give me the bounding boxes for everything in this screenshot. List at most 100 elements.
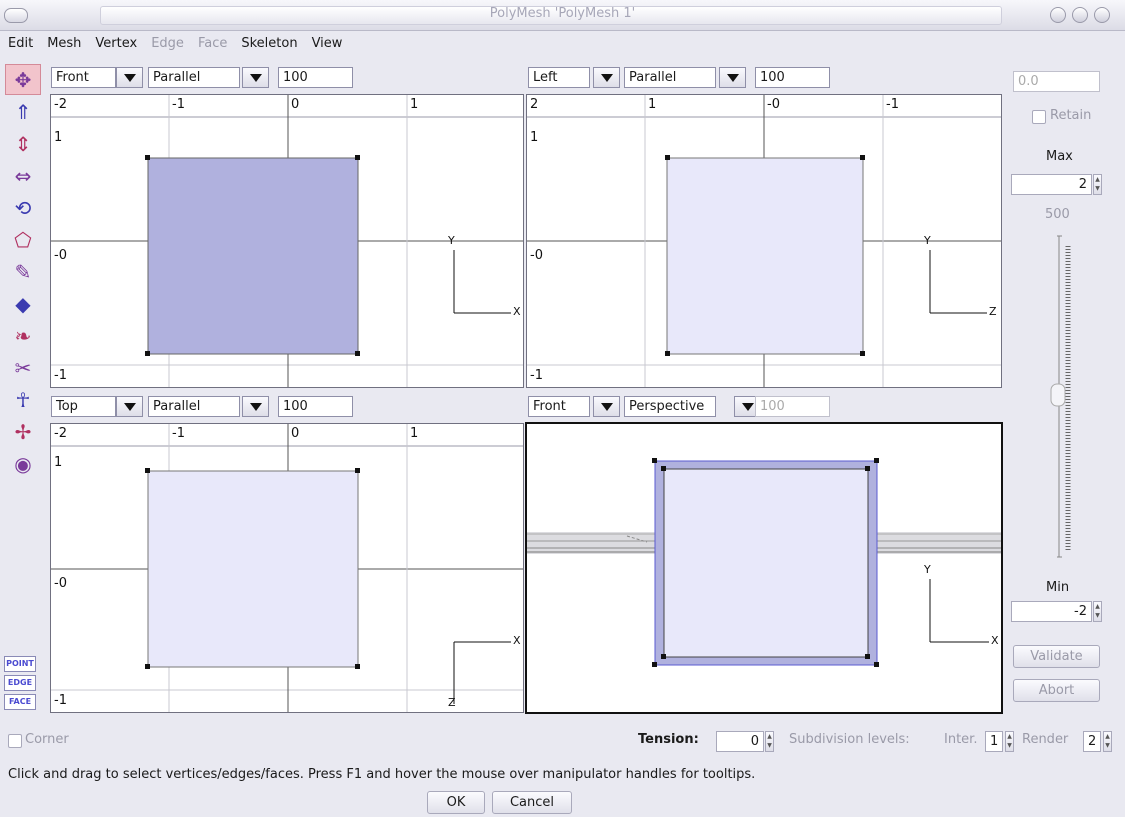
smooth-brush-icon: ❧	[14, 323, 32, 348]
smooth-brush-button[interactable]: ❧	[5, 320, 41, 351]
rotate-tool-button[interactable]: ⟲	[5, 192, 41, 223]
corner-label: Corner	[25, 732, 69, 747]
view-select-top[interactable]: Top	[51, 396, 116, 417]
scale-horizontal-tool-icon: ⇔	[14, 163, 32, 188]
y-tick: 1	[54, 455, 63, 470]
viewport-front[interactable]: -2 -1 0 1 1 -0 -1 Y X	[50, 94, 524, 388]
move-view-button[interactable]: ✢	[5, 416, 41, 447]
render-spinner-arrows[interactable]: ▲ ▼	[1103, 731, 1112, 752]
move-view-icon: ✢	[14, 419, 32, 444]
knife-tool-button[interactable]: ✂	[5, 352, 41, 383]
menu-skeleton[interactable]: Skeleton	[241, 34, 297, 53]
skeleton-tool-button[interactable]: ☥	[5, 384, 41, 415]
close-button[interactable]	[1094, 7, 1110, 23]
x-tick: -2	[54, 426, 67, 441]
retain-label: Retain	[1050, 108, 1092, 123]
maximize-button[interactable]	[1072, 7, 1088, 23]
max-spinner-arrows[interactable]: ▲ ▼	[1093, 174, 1102, 195]
projection-dropdown-arrow[interactable]	[242, 396, 269, 417]
inter-spinner-arrows[interactable]: ▲ ▼	[1005, 731, 1014, 752]
projection-dropdown-arrow[interactable]	[242, 67, 269, 88]
view-select-front-perspective[interactable]: Front	[528, 396, 590, 417]
point-mode-button[interactable]: POINT	[4, 656, 36, 672]
menu-vertex[interactable]: Vertex	[95, 34, 137, 53]
retain-checkbox[interactable]	[1032, 110, 1046, 124]
max-spinner[interactable]: 2	[1011, 174, 1092, 195]
viewport-perspective[interactable]: Y X	[525, 422, 1003, 714]
view-dropdown-arrow[interactable]	[593, 396, 620, 417]
menu-view[interactable]: View	[312, 34, 343, 53]
menu-face[interactable]: Face	[198, 34, 227, 53]
axis-label-y: Y	[448, 234, 455, 247]
scale-tool-icon: ⇑	[14, 99, 32, 124]
x-tick: 0	[291, 97, 300, 112]
corner-checkbox[interactable]	[8, 734, 22, 748]
tension-spinner[interactable]: 0	[716, 731, 764, 752]
skew-tool-button[interactable]: ⬠	[5, 224, 41, 255]
scale-vertical-tool-icon: ⇕	[14, 131, 32, 156]
render-label: Render	[1022, 732, 1069, 747]
y-tick: -0	[54, 576, 67, 591]
view-select-front[interactable]: Front	[51, 67, 116, 88]
view-dropdown-arrow[interactable]	[593, 67, 620, 88]
move-tool-button[interactable]: ✥	[5, 64, 41, 95]
scale-horizontal-tool-button[interactable]: ⇔	[5, 160, 41, 191]
tension-spinner-arrows[interactable]: ▲ ▼	[765, 731, 774, 752]
minimize-button[interactable]	[1050, 7, 1066, 23]
rotate-view-button[interactable]: ◉	[5, 448, 41, 479]
extrude-tool-button[interactable]: ◆	[5, 288, 41, 319]
cancel-button[interactable]: Cancel	[492, 791, 572, 814]
viewport-top-canvas	[51, 424, 523, 712]
window-title: PolyMesh 'PolyMesh 1'	[489, 6, 636, 21]
menu-edit[interactable]: Edit	[8, 34, 33, 53]
rotate-tool-icon: ⟲	[14, 195, 32, 220]
y-tick: 1	[54, 130, 63, 145]
scale-field[interactable]: 100	[278, 396, 353, 417]
bevel-tool-button[interactable]: ✎	[5, 256, 41, 287]
min-spinner-arrows[interactable]: ▲ ▼	[1093, 601, 1102, 622]
value-slider[interactable]	[1045, 232, 1085, 562]
validate-button[interactable]: Validate	[1013, 645, 1100, 668]
view-select-left[interactable]: Left	[528, 67, 590, 88]
scale-field[interactable]: 100	[278, 67, 353, 88]
projection-select[interactable]: Perspective	[624, 396, 716, 417]
min-spinner[interactable]: -2	[1011, 601, 1092, 622]
menu-mesh[interactable]: Mesh	[47, 34, 81, 53]
scale-field-disabled[interactable]: 100	[755, 396, 830, 417]
y-tick: -0	[530, 248, 543, 263]
x-tick: -1	[172, 97, 185, 112]
face-mode-button[interactable]: FACE	[4, 694, 36, 710]
y-tick: -0	[54, 248, 67, 263]
extrude-tool-icon: ◆	[15, 291, 31, 316]
move-tool-icon: ✥	[14, 67, 32, 92]
projection-select[interactable]: Parallel	[624, 67, 716, 88]
view-dropdown-arrow[interactable]	[116, 67, 143, 88]
edge-mode-button[interactable]: EDGE	[4, 675, 36, 691]
scale-field[interactable]: 100	[755, 67, 830, 88]
menu-bar: Edit Mesh Vertex Edge Face Skeleton View	[0, 34, 348, 58]
viewport-perspective-canvas	[527, 458, 1001, 667]
menu-edge[interactable]: Edge	[151, 34, 184, 53]
abort-button[interactable]: Abort	[1013, 679, 1100, 702]
axis-label-z: Z	[989, 305, 997, 318]
subdivision-label: Subdivision levels:	[789, 732, 910, 747]
scale-tool-button[interactable]: ⇑	[5, 96, 41, 127]
view-dropdown-arrow[interactable]	[116, 396, 143, 417]
axis-label-x: X	[991, 634, 999, 647]
projection-dropdown-arrow[interactable]	[719, 67, 746, 88]
slider-track	[1050, 235, 1071, 558]
viewport-top[interactable]: -2 -1 0 1 1 -0 -1 X Z	[50, 423, 524, 713]
y-tick: -1	[54, 368, 67, 383]
min-label: Min	[1046, 580, 1070, 595]
render-spinner[interactable]: 2	[1083, 731, 1101, 752]
projection-select[interactable]: Parallel	[148, 396, 240, 417]
status-text: Click and drag to select vertices/edges/…	[8, 767, 756, 782]
inter-spinner[interactable]: 1	[985, 731, 1003, 752]
value-field[interactable]: 0.0	[1013, 71, 1100, 92]
projection-select[interactable]: Parallel	[148, 67, 240, 88]
slider-top-label: 500	[1045, 207, 1070, 222]
scale-vertical-tool-button[interactable]: ⇕	[5, 128, 41, 159]
ok-button[interactable]: OK	[427, 791, 485, 814]
x-tick: -1	[886, 97, 899, 112]
viewport-left[interactable]: 2 1 -0 -1 1 -0 -1 Y Z	[526, 94, 1002, 388]
